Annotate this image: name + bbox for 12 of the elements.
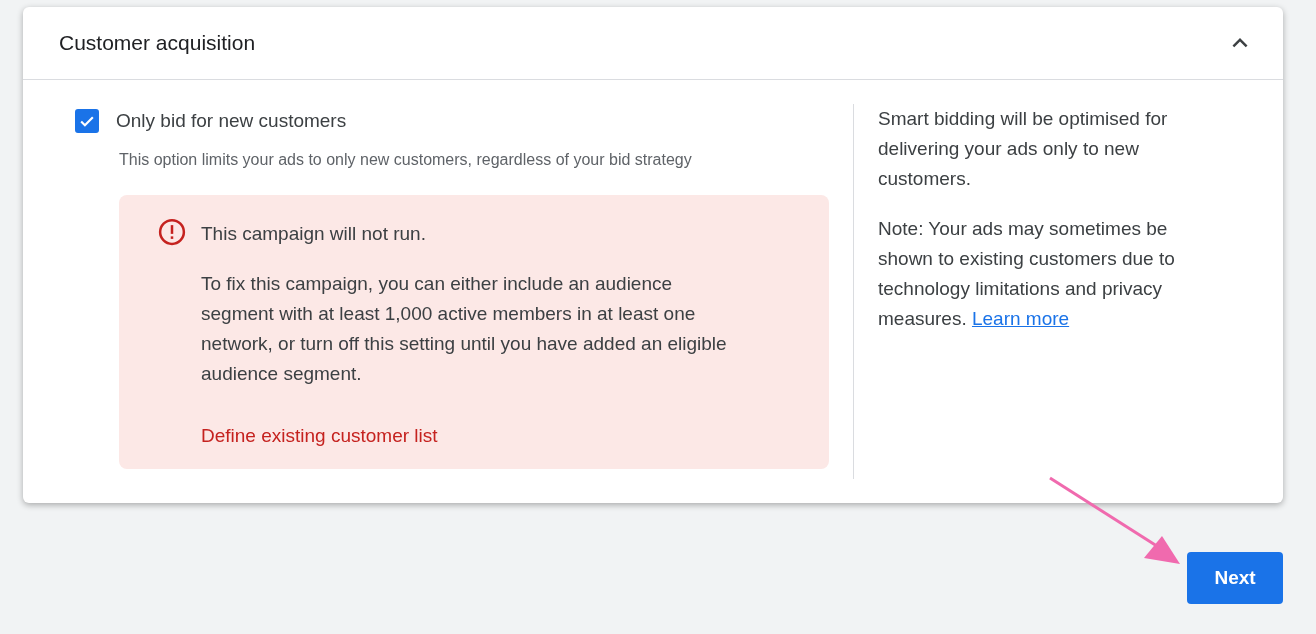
checkbox[interactable] xyxy=(75,109,99,133)
note-text: Note: Your ads may sometimes be shown to existing customers due to technology limitations and privacy measures. Learn more xyxy=(878,217,1176,331)
option-description: This option limits your ads to only new customers, regardless of your bid strategy xyxy=(119,151,693,169)
define-list-link[interactable]: Define existing customer list xyxy=(201,421,438,451)
alert-title: This campaign will not run. xyxy=(201,222,427,246)
alert-message: To fix this campaign, you can either include an audience segment with at least 1,000 active members in at least one network, or turn off this setting until you have added an eligible audience segment. xyxy=(201,272,728,386)
help-text: Smart bidding will be optimised for delivering your ads only to new customers. xyxy=(878,107,1169,191)
panel-title: Customer acquisition xyxy=(59,31,256,55)
error-icon xyxy=(157,217,187,247)
learn-more-link[interactable]: Learn more xyxy=(972,308,1070,329)
next-button[interactable]: Next xyxy=(1187,552,1283,604)
checkbox-label: Only bid for new customers xyxy=(116,110,347,132)
